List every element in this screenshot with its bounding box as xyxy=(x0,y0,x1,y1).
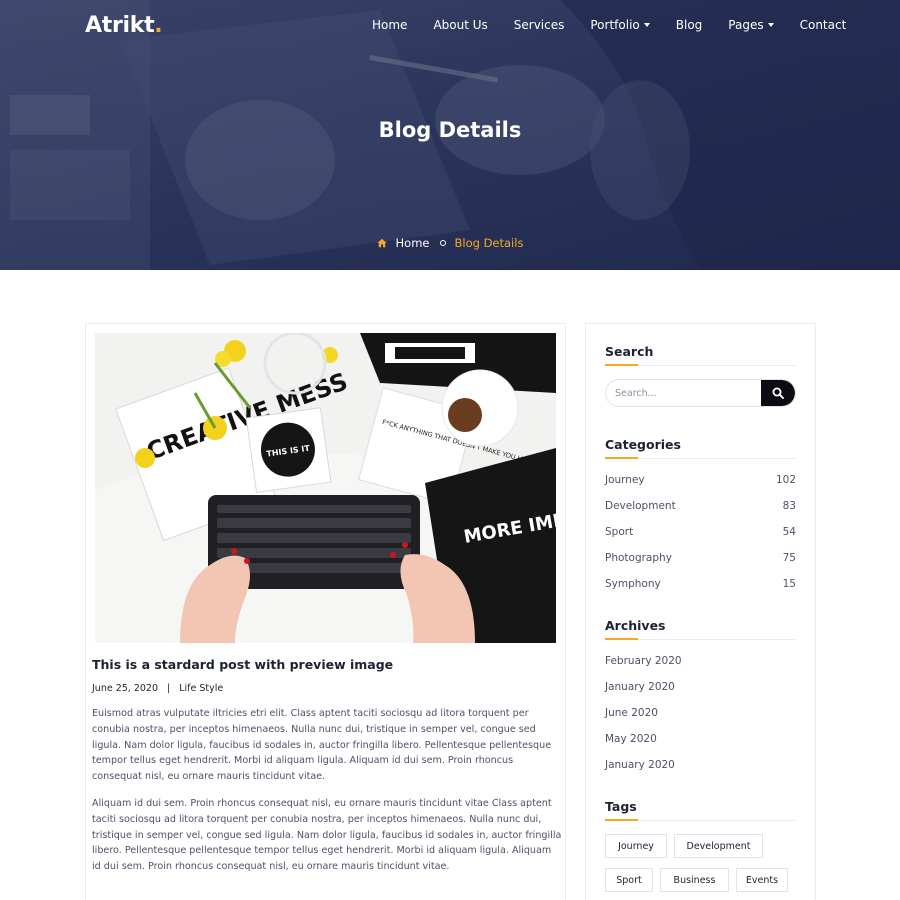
widget-divider-accent xyxy=(605,638,638,640)
nav-label: Blog xyxy=(675,18,703,32)
nav-label: Contact xyxy=(799,18,847,32)
category-count: 83 xyxy=(782,500,796,512)
nav-item-home[interactable]: Home xyxy=(372,18,407,32)
main-nav: Home About Us Services Portfolio Blog Pa… xyxy=(372,18,846,32)
category-label: Journey xyxy=(605,474,645,486)
blog-sidebar: Search Categories Journey 102 Development… xyxy=(585,323,816,900)
post-date: June 25, 2020 xyxy=(92,683,159,694)
nav-item-services[interactable]: Services xyxy=(514,18,565,32)
breadcrumb-separator-icon xyxy=(439,240,446,246)
nav-label: Pages xyxy=(728,18,764,32)
post-title[interactable]: This is a stardard post with preview ima… xyxy=(92,657,393,672)
archive-item[interactable]: January 2020 xyxy=(605,759,796,771)
nav-item-contact[interactable]: Contact xyxy=(800,18,847,32)
tag-events[interactable]: Events xyxy=(736,868,788,892)
post-category-link[interactable]: Life Style xyxy=(179,683,223,694)
archive-item[interactable]: May 2020 xyxy=(605,733,796,745)
search-form xyxy=(605,379,796,407)
category-label: Development xyxy=(605,500,676,512)
archive-label: June 2020 xyxy=(605,707,658,719)
nav-item-about-us[interactable]: About Us xyxy=(433,18,487,32)
category-item-journey[interactable]: Journey 102 xyxy=(605,474,796,486)
archive-label: January 2020 xyxy=(605,759,675,771)
chevron-down-icon xyxy=(643,23,650,27)
category-count: 102 xyxy=(775,474,796,486)
meta-separator: | xyxy=(167,683,171,694)
widget-divider xyxy=(605,364,796,366)
logo-dot: . xyxy=(154,13,163,38)
tags-widget-title: Tags xyxy=(605,799,637,814)
page-header-hero: Atrikt. Home About Us Services Portfolio… xyxy=(0,0,900,270)
archives-widget-title: Archives xyxy=(605,618,666,633)
widget-divider-accent xyxy=(605,819,638,821)
logo-text: Atrikt xyxy=(85,13,155,38)
breadcrumb-home-link[interactable]: Home xyxy=(396,236,430,250)
category-label: Sport xyxy=(605,526,634,538)
category-count: 54 xyxy=(782,526,796,538)
breadcrumb: Home Blog Details xyxy=(0,236,900,250)
nav-label: Services xyxy=(513,18,565,32)
category-label: Photography xyxy=(605,552,672,564)
category-item-photography[interactable]: Photography 75 xyxy=(605,552,796,564)
nav-item-pages[interactable]: Pages xyxy=(728,18,774,32)
tag-development[interactable]: Development xyxy=(674,834,763,858)
archive-label: February 2020 xyxy=(605,655,682,667)
categories-widget-title: Categories xyxy=(605,437,681,452)
search-input[interactable] xyxy=(606,380,762,406)
nav-label: Portfolio xyxy=(590,18,640,32)
page-title: Blog Details xyxy=(378,118,522,142)
category-count: 15 xyxy=(782,578,796,590)
widget-divider xyxy=(605,457,796,459)
archive-label: May 2020 xyxy=(605,733,657,745)
search-widget-title: Search xyxy=(605,344,654,359)
search-icon xyxy=(772,387,784,399)
category-item-development[interactable]: Development 83 xyxy=(605,500,796,512)
category-item-symphony[interactable]: Symphony 15 xyxy=(605,578,796,590)
archive-label: January 2020 xyxy=(605,681,675,693)
nav-label: Home xyxy=(372,18,408,32)
blog-post-card: CREATIVE MESS THIS IS IT F*CK ANYTHING T… xyxy=(85,323,566,900)
widget-divider xyxy=(605,819,796,821)
search-button[interactable] xyxy=(761,380,795,406)
post-featured-image: CREATIVE MESS THIS IS IT F*CK ANYTHING T… xyxy=(95,333,556,643)
category-label: Symphony xyxy=(605,578,661,590)
nav-label: About Us xyxy=(433,18,488,32)
archive-item[interactable]: January 2020 xyxy=(605,681,796,693)
site-logo[interactable]: Atrikt. xyxy=(85,13,163,38)
widget-divider xyxy=(605,638,796,640)
post-paragraph: Euismod atras vulputate iltricies etri e… xyxy=(92,708,552,783)
widget-divider-accent xyxy=(605,364,638,366)
tag-journey[interactable]: Journey xyxy=(605,834,667,858)
widget-divider-accent xyxy=(605,457,638,459)
archive-item[interactable]: February 2020 xyxy=(605,655,796,667)
tag-business[interactable]: Business xyxy=(660,868,729,892)
archive-item[interactable]: June 2020 xyxy=(605,707,796,719)
chevron-down-icon xyxy=(767,23,774,27)
breadcrumb-current: Blog Details xyxy=(454,236,524,250)
category-count: 75 xyxy=(782,552,796,564)
category-item-sport[interactable]: Sport 54 xyxy=(605,526,796,538)
nav-item-portfolio[interactable]: Portfolio xyxy=(590,18,650,32)
post-meta: June 25, 2020 | Life Style xyxy=(92,683,223,694)
tag-sport[interactable]: Sport xyxy=(605,868,653,892)
nav-item-blog[interactable]: Blog xyxy=(676,18,703,32)
home-icon xyxy=(376,238,387,248)
post-paragraph: Aliquam id dui sem. Proin rhoncus conseq… xyxy=(92,798,562,873)
